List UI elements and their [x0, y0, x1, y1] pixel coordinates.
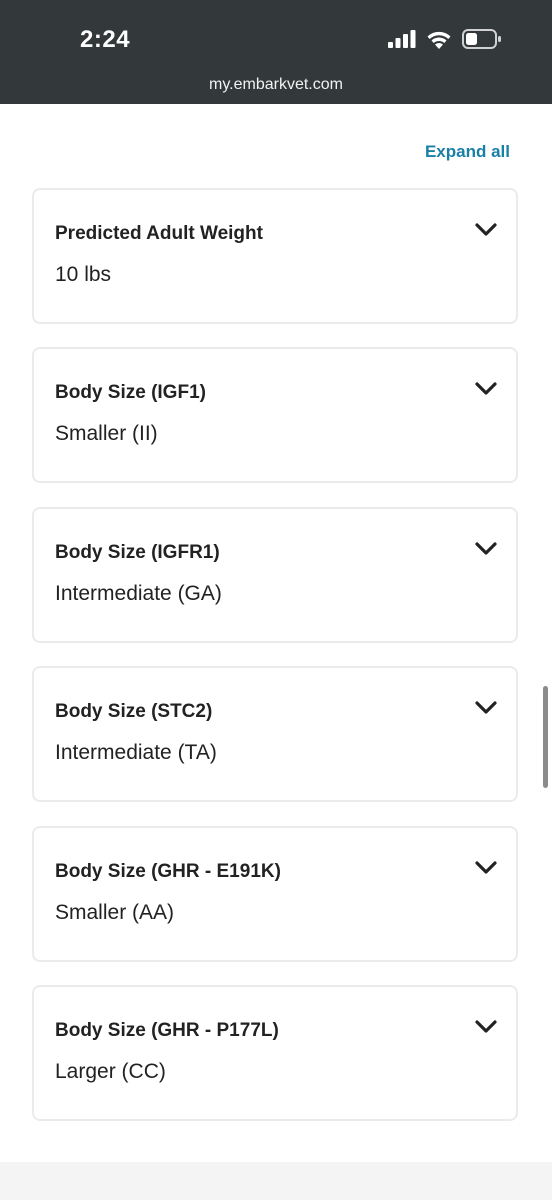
status-icons [388, 29, 502, 49]
card-title: Body Size (IGF1) [55, 382, 206, 403]
card-title: Predicted Adult Weight [55, 223, 263, 244]
card-title: Body Size (GHR - P177L) [55, 1020, 279, 1041]
section-divider [0, 1162, 552, 1200]
accordion-card-ghr-e191k[interactable]: Body Size (GHR - E191K) Smaller (AA) [32, 826, 518, 962]
chevron-down-icon[interactable] [474, 1019, 498, 1035]
chevron-down-icon[interactable] [474, 860, 498, 876]
card-title: Body Size (STC2) [55, 701, 213, 722]
accordion-card-predicted-weight[interactable]: Predicted Adult Weight 10 lbs [32, 188, 518, 324]
card-title: Body Size (GHR - E191K) [55, 861, 281, 882]
card-value: Larger (CC) [55, 1060, 166, 1083]
accordion-card-igf1[interactable]: Body Size (IGF1) Smaller (II) [32, 347, 518, 483]
card-title: Body Size (IGFR1) [55, 542, 220, 563]
scrollbar[interactable] [543, 686, 548, 788]
accordion-card-igfr1[interactable]: Body Size (IGFR1) Intermediate (GA) [32, 507, 518, 643]
accordion-card-stc2[interactable]: Body Size (STC2) Intermediate (TA) [32, 666, 518, 802]
wifi-icon [427, 31, 451, 49]
traits-section: Expand all Predicted Adult Weight 10 lbs… [0, 104, 552, 1200]
card-value: Intermediate (TA) [55, 741, 217, 764]
chevron-down-icon[interactable] [474, 222, 498, 238]
accordion-card-ghr-p177l[interactable]: Body Size (GHR - P177L) Larger (CC) [32, 985, 518, 1121]
battery-icon [462, 29, 501, 49]
chevron-down-icon[interactable] [474, 700, 498, 716]
status-time: 2:24 [80, 26, 131, 53]
chevron-down-icon[interactable] [474, 541, 498, 557]
signal-icon [388, 30, 416, 48]
url-label[interactable]: my.embarkvet.com [0, 76, 552, 94]
card-value: Smaller (II) [55, 422, 158, 445]
expand-all-link[interactable]: Expand all [425, 142, 510, 162]
chevron-down-icon[interactable] [474, 381, 498, 397]
status-bar: 2:24 my.embarkvet.com [0, 0, 552, 104]
card-value: 10 lbs [55, 263, 112, 286]
card-value: Smaller (AA) [55, 901, 175, 924]
card-value: Intermediate (GA) [55, 582, 222, 605]
